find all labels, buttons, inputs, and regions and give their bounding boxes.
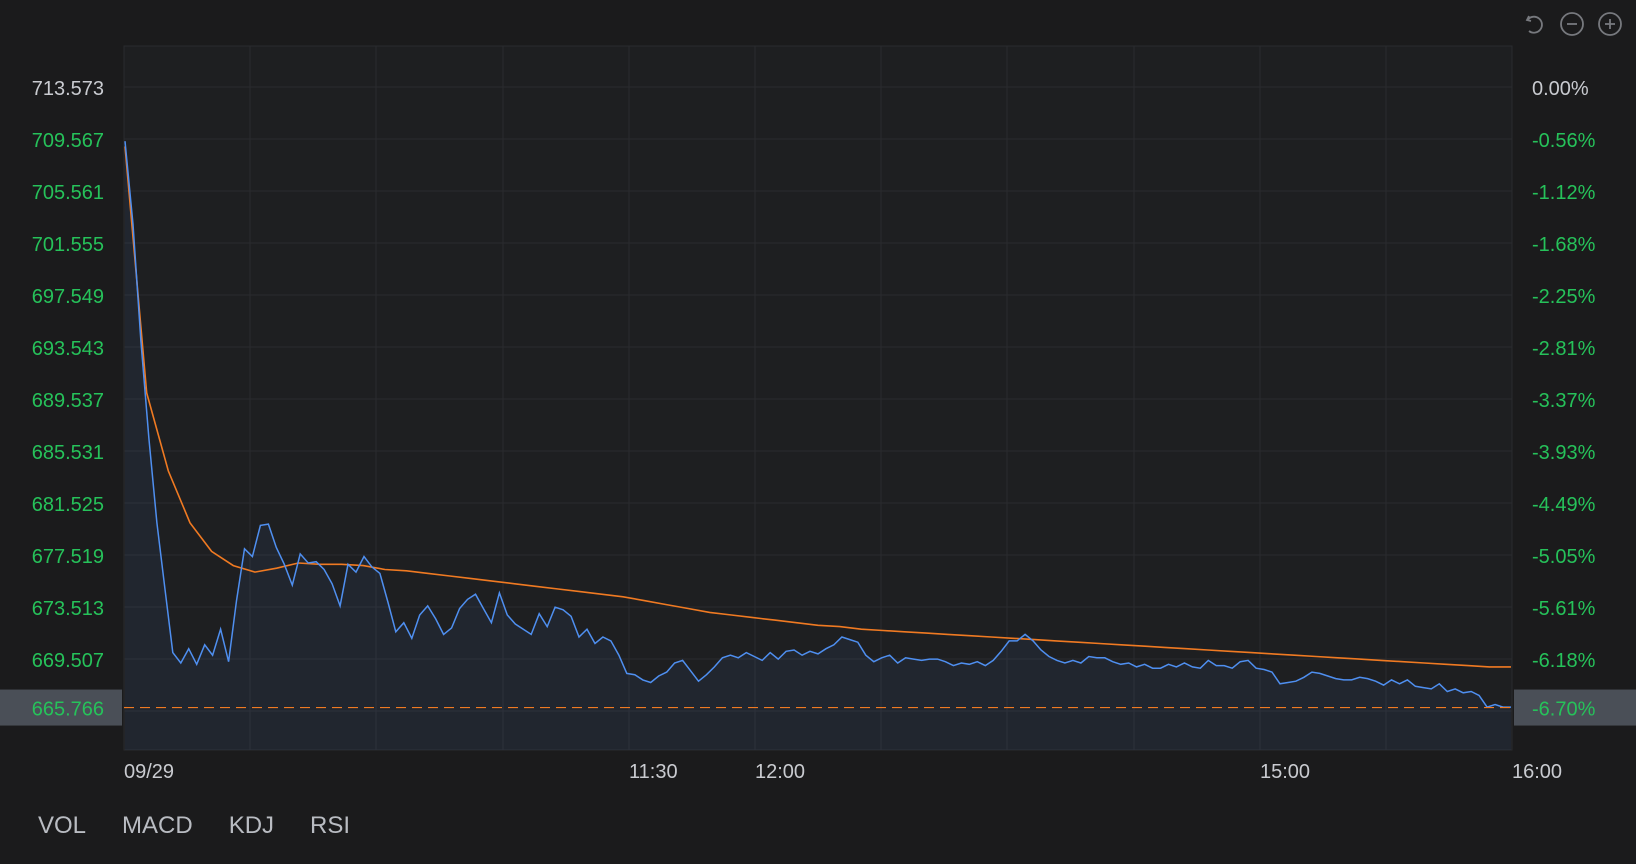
price-chart-svg[interactable]: 713.573 709.567 705.561 701.555 697.549 693.5… bbox=[0, 0, 1636, 864]
x-axis-tick-label: 09/29 bbox=[124, 761, 174, 783]
left-axis-tick-label: 713.573 bbox=[32, 78, 104, 100]
right-axis-tick-label: -0.56% bbox=[1532, 130, 1596, 152]
tab-vol[interactable]: VOL bbox=[38, 812, 86, 840]
zoom-out-button[interactable] bbox=[1558, 10, 1586, 38]
x-axis-tick-label: 15:00 bbox=[1260, 761, 1310, 783]
right-axis-tick-label: -4.49% bbox=[1532, 494, 1596, 516]
zoom-out-icon bbox=[1560, 12, 1584, 36]
current-percent-label: -6.70% bbox=[1532, 699, 1596, 721]
x-axis-tick-label: 16:00 bbox=[1512, 761, 1562, 783]
right-axis-tick-label: -2.25% bbox=[1532, 286, 1596, 308]
tab-rsi[interactable]: RSI bbox=[310, 812, 350, 840]
right-axis-tick-label: -1.68% bbox=[1532, 234, 1596, 256]
chart-toolbar bbox=[1520, 10, 1624, 38]
left-axis-tick-label: 673.513 bbox=[32, 598, 104, 620]
right-axis-tick-label: -3.37% bbox=[1532, 390, 1596, 412]
left-axis-tick-label: 705.561 bbox=[32, 182, 104, 204]
undo-icon bbox=[1525, 15, 1543, 34]
left-axis-tick-label: 697.549 bbox=[32, 286, 104, 308]
left-axis-tick-label: 701.555 bbox=[32, 234, 104, 256]
tab-kdj[interactable]: KDJ bbox=[229, 812, 274, 840]
left-axis-tick-label: 669.507 bbox=[32, 650, 104, 672]
x-axis-tick-label: 12:00 bbox=[755, 761, 805, 783]
tab-macd[interactable]: MACD bbox=[122, 812, 193, 840]
right-axis-tick-label: -1.12% bbox=[1532, 182, 1596, 204]
x-axis-tick-label: 11:30 bbox=[629, 761, 678, 783]
left-axis-tick-label: 709.567 bbox=[32, 130, 104, 152]
left-axis-tick-label: 689.537 bbox=[32, 390, 104, 412]
left-axis-tick-label: 685.531 bbox=[32, 442, 104, 464]
right-axis-tick-label: -5.61% bbox=[1532, 598, 1596, 620]
left-axis-tick-label: 693.543 bbox=[32, 338, 104, 360]
right-axis-tick-label: 0.00% bbox=[1532, 78, 1589, 100]
indicator-tabs: VOL MACD KDJ RSI bbox=[38, 812, 350, 840]
right-axis-tick-label: -5.05% bbox=[1532, 546, 1596, 568]
zoom-in-icon bbox=[1598, 12, 1622, 36]
right-axis-tick-label: -6.18% bbox=[1532, 650, 1596, 672]
intraday-chart-panel: 713.573 709.567 705.561 701.555 697.549 693.5… bbox=[0, 0, 1636, 864]
left-axis-tick-label: 677.519 bbox=[32, 546, 104, 568]
zoom-in-button[interactable] bbox=[1596, 10, 1624, 38]
left-axis-tick-label: 681.525 bbox=[32, 494, 104, 516]
current-price-label: 665.766 bbox=[32, 699, 104, 721]
undo-button[interactable] bbox=[1520, 10, 1548, 38]
right-axis-tick-label: -2.81% bbox=[1532, 338, 1596, 360]
right-axis-tick-label: -3.93% bbox=[1532, 442, 1596, 464]
